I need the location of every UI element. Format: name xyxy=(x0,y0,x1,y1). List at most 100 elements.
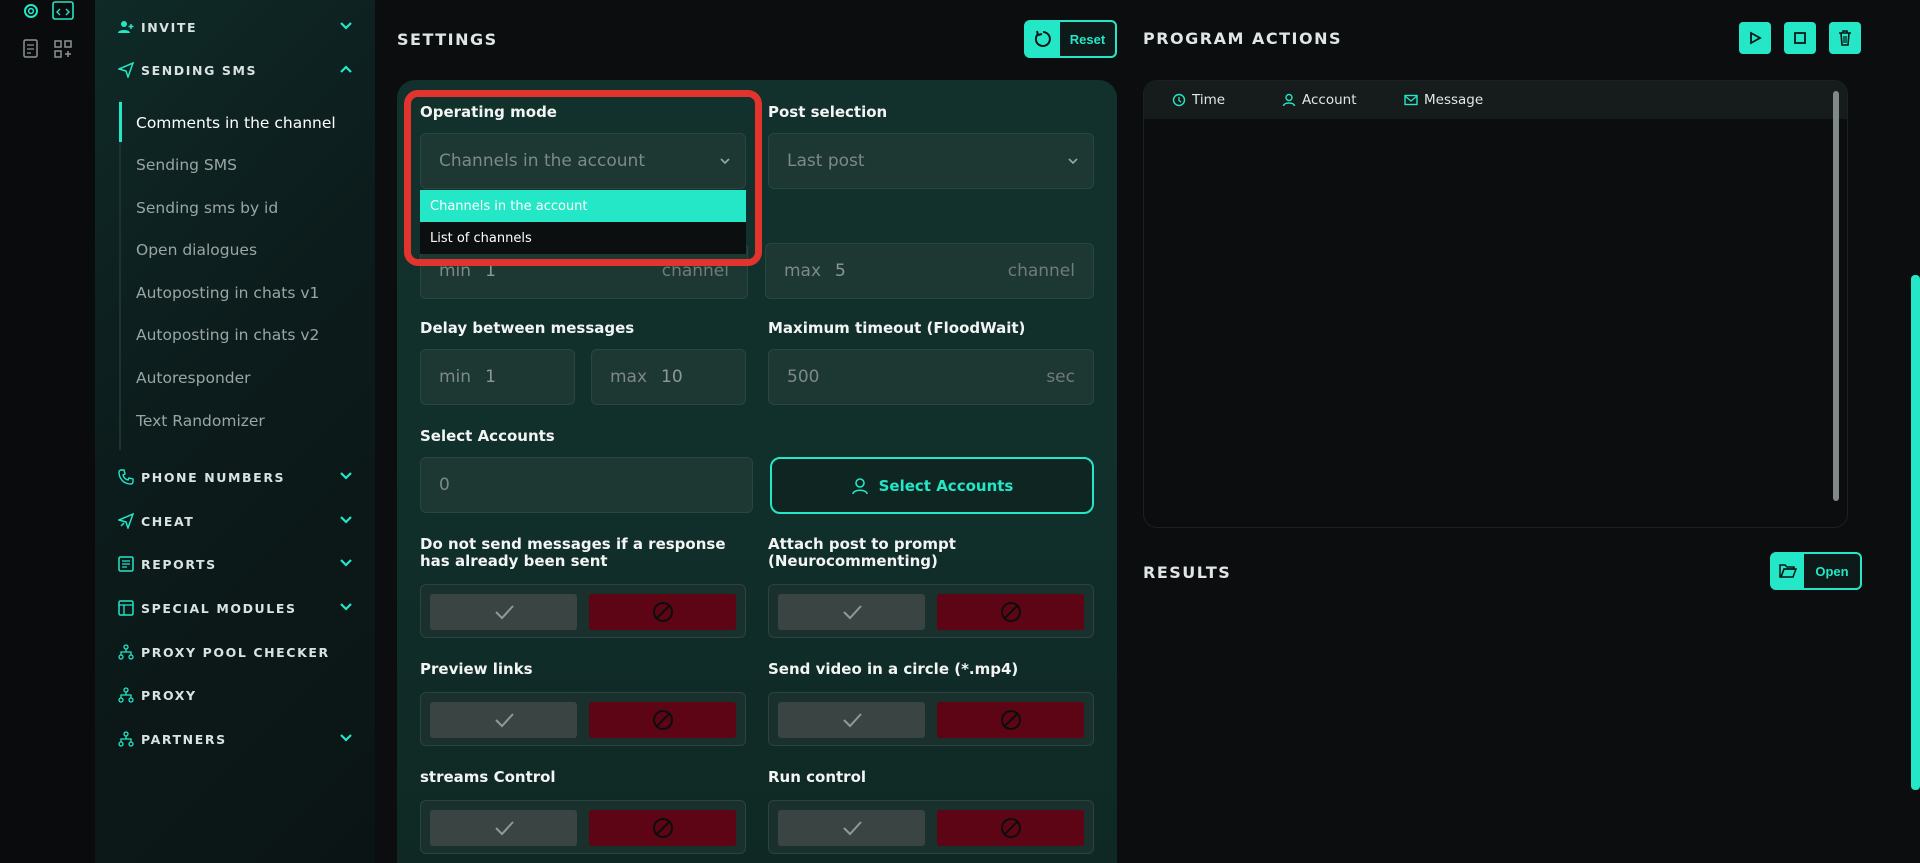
disabled-icon[interactable] xyxy=(937,594,1084,630)
toggle-label-run-control: Run control xyxy=(768,768,867,786)
report-icon xyxy=(117,555,135,573)
sidebar-item-sending-sms[interactable]: Sending SMS xyxy=(136,146,237,184)
log-scrollbar[interactable] xyxy=(1833,91,1839,501)
sidebar-section-sending-sms[interactable]: SENDING SMS xyxy=(117,59,353,81)
network-icon xyxy=(117,686,135,704)
sidebar-section-partners[interactable]: PARTNERS xyxy=(117,728,353,750)
sidebar-item-sending-sms-by-id[interactable]: Sending sms by id xyxy=(136,189,278,227)
toggle-no-resend[interactable] xyxy=(420,584,746,638)
send-icon xyxy=(117,61,135,79)
sidebar-section-cheat[interactable]: CHEAT xyxy=(117,510,353,532)
submenu-active-indicator xyxy=(119,102,122,142)
select-accounts-label: Select Accounts xyxy=(420,427,555,445)
disabled-icon[interactable] xyxy=(589,702,736,738)
column-account[interactable]: Account xyxy=(1282,92,1357,108)
settings-title: SETTINGS xyxy=(397,30,498,49)
sidebar-item-autoposting-v1[interactable]: Autoposting in chats v1 xyxy=(136,274,319,312)
highlight-box xyxy=(404,90,762,266)
open-results-button[interactable]: Open xyxy=(1770,552,1862,590)
sidebar-section-proxy-pool-checker[interactable]: PROXY POOL CHECKER xyxy=(117,641,353,663)
toggle-label-video-circle: Send video in a circle (*.mp4) xyxy=(768,660,1019,678)
app-root: INVITE SENDING SMS Comments in the chann… xyxy=(0,0,1920,863)
timeout-label: Maximum timeout (FloodWait) xyxy=(768,319,1026,337)
select-accounts-button-label: Select Accounts xyxy=(878,476,1014,495)
disabled-icon[interactable] xyxy=(937,810,1084,846)
chevron-down-icon xyxy=(340,559,352,567)
sidebar-item-open-dialogues[interactable]: Open dialogues xyxy=(136,231,257,269)
sidebar-section-invite[interactable]: INVITE xyxy=(117,16,353,38)
page-scrollbar[interactable] xyxy=(1911,275,1920,790)
sidebar-section-reports[interactable]: REPORTS xyxy=(117,553,353,575)
stop-icon xyxy=(1794,32,1806,44)
accounts-count-input[interactable]: 0 xyxy=(420,457,753,513)
clear-button[interactable] xyxy=(1829,22,1861,54)
post-selection-select[interactable]: Last post xyxy=(768,133,1094,189)
chevron-down-icon xyxy=(340,734,352,742)
program-actions-log[interactable]: Time Account Message xyxy=(1143,80,1848,528)
reset-icon xyxy=(1026,22,1060,56)
play-icon xyxy=(1750,31,1762,45)
chevron-up-icon xyxy=(340,65,352,73)
log-header: Time Account Message xyxy=(1144,81,1847,119)
timeout-value: 500 xyxy=(787,367,820,387)
check-icon[interactable] xyxy=(430,810,577,846)
sidebar-section-title: PROXY POOL CHECKER xyxy=(141,644,330,660)
sidebar-section-title: PARTNERS xyxy=(141,731,227,747)
delay-label: Delay between messages xyxy=(420,319,635,337)
sidebar-section-phone-numbers[interactable]: PHONE NUMBERS xyxy=(117,466,353,488)
trash-icon xyxy=(1839,30,1851,46)
sidebar-section-title: REPORTS xyxy=(141,556,217,572)
check-icon[interactable] xyxy=(430,702,577,738)
check-icon[interactable] xyxy=(430,594,577,630)
disabled-icon[interactable] xyxy=(589,810,736,846)
code-window-icon[interactable] xyxy=(52,0,74,22)
toggle-label-streams-control: streams Control xyxy=(420,768,556,786)
sidebar-section-proxy[interactable]: PROXY xyxy=(117,684,353,706)
stop-button[interactable] xyxy=(1784,22,1816,54)
open-label: Open xyxy=(1815,563,1849,579)
max-label: max xyxy=(784,261,822,281)
timeout-input[interactable]: 500 sec xyxy=(768,349,1094,405)
disabled-icon[interactable] xyxy=(937,702,1084,738)
settings-gear-icon[interactable] xyxy=(20,0,42,22)
sec-unit: sec xyxy=(1046,367,1075,387)
check-icon[interactable] xyxy=(778,594,925,630)
disabled-icon[interactable] xyxy=(589,594,736,630)
user-icon xyxy=(1282,93,1296,107)
column-time[interactable]: Time xyxy=(1172,92,1225,108)
grid-layout-icon[interactable] xyxy=(52,38,74,60)
max-label: max xyxy=(610,367,648,387)
toggle-label-preview-links: Preview links xyxy=(420,660,533,678)
toggle-run-control[interactable] xyxy=(768,800,1094,854)
max-value: 5 xyxy=(835,261,846,281)
sidebar-item-autoresponder[interactable]: Autoresponder xyxy=(136,359,251,397)
check-icon[interactable] xyxy=(778,810,925,846)
user-icon xyxy=(851,477,868,494)
reset-label: Reset xyxy=(1069,31,1106,47)
column-time-label: Time xyxy=(1192,92,1226,108)
sidebar-item-text-randomizer[interactable]: Text Randomizer xyxy=(136,402,265,440)
sidebar-section-special-modules[interactable]: SPECIAL MODULES xyxy=(117,597,353,619)
accounts-count-value: 0 xyxy=(439,475,450,495)
play-button[interactable] xyxy=(1739,22,1771,54)
check-icon[interactable] xyxy=(778,702,925,738)
delay-min-input[interactable]: min 1 xyxy=(420,349,575,405)
phone-icon xyxy=(117,468,135,486)
toggle-streams-control[interactable] xyxy=(420,800,746,854)
select-accounts-button[interactable]: Select Accounts xyxy=(770,457,1094,514)
sidebar-item-autoposting-v2[interactable]: Autoposting in chats v2 xyxy=(136,316,319,354)
toggle-attach-post[interactable] xyxy=(768,584,1094,638)
sidebar-section-title: SENDING SMS xyxy=(141,62,258,78)
sidebar-section-title: PROXY xyxy=(141,687,197,703)
document-check-icon[interactable] xyxy=(20,38,42,60)
column-message[interactable]: Message xyxy=(1404,92,1483,108)
reset-button[interactable]: Reset xyxy=(1024,20,1117,58)
toggle-preview-links[interactable] xyxy=(420,692,746,746)
delay-max-input[interactable]: max 10 xyxy=(591,349,746,405)
sidebar-item-comments-in-the-channel[interactable]: Comments in the channel xyxy=(136,104,336,142)
chevron-down-icon xyxy=(1068,158,1078,165)
channels-max-input[interactable]: max 5 channel xyxy=(765,243,1094,299)
channel-unit: channel xyxy=(1007,261,1075,281)
toggle-video-circle[interactable] xyxy=(768,692,1094,746)
sidebar-section-title: PHONE NUMBERS xyxy=(141,469,286,485)
